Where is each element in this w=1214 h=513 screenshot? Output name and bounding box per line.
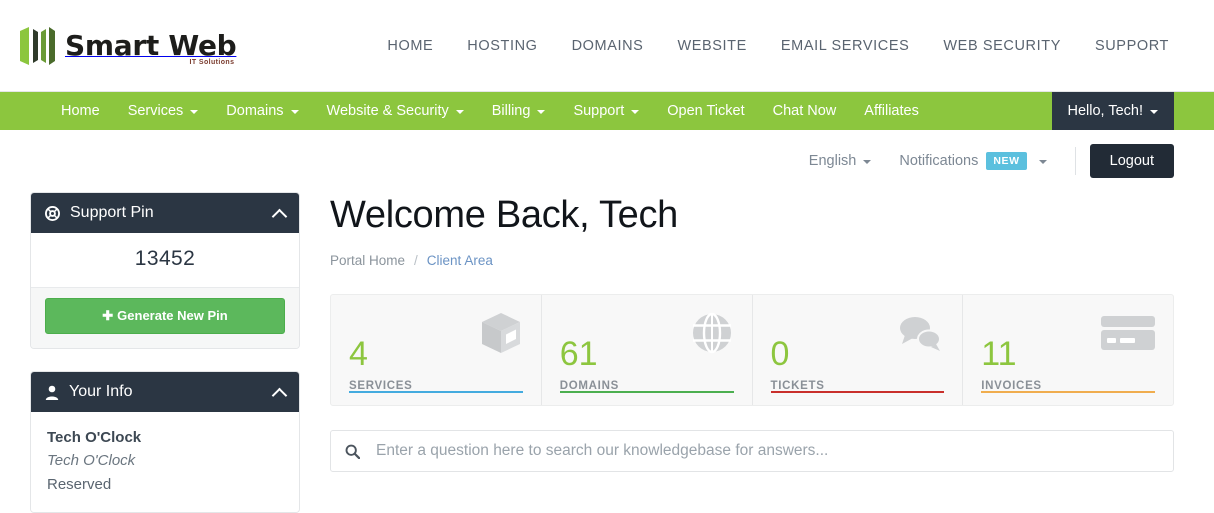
brand-tagline: IT Solutions [189,58,235,66]
account-menu[interactable]: Hello, Tech! [1051,92,1174,130]
nav-item-domains-label: Domains [226,103,284,119]
stats-summary-row: 4 SERVICES 61 DOMAINS 0 TICKETS 11 INVOI… [330,294,1174,406]
chevron-down-icon [455,110,464,114]
sidebar: Support Pin 13452 ✚ Generate New Pin You… [30,192,300,513]
support-pin-body: 13452 [31,233,299,287]
your-info-panel: Your Info Tech O'Clock Tech O'Clock Rese… [30,371,300,513]
stat-rule-tickets [770,391,945,393]
nav-item-open-ticket[interactable]: Open Ticket [653,92,758,130]
breadcrumb-portal-home: Portal Home [330,253,406,268]
notifications-menu[interactable]: Notifications NEW [885,152,1060,170]
notifications-new-badge: NEW [986,152,1027,170]
account-menu-label: Hello, Tech! [1067,103,1144,119]
support-pin-panel-header[interactable]: Support Pin [31,193,299,233]
brand-logo[interactable]: Smart Web IT Solutions [17,23,237,69]
knowledgebase-search[interactable] [330,430,1174,472]
nav-item-services-label: Services [127,103,184,119]
page-title: Welcome Back, Tech [330,194,679,236]
chevron-up-icon[interactable] [271,387,288,403]
chevron-down-icon [1150,110,1158,114]
support-pin-panel: Support Pin 13452 ✚ Generate New Pin [30,192,300,349]
chevron-down-icon [631,110,640,114]
nav-item-chat-now[interactable]: Chat Now [759,92,851,130]
chat-bubbles-icon [894,309,946,362]
breadcrumb-client-area[interactable]: Client Area [427,253,493,268]
generate-new-pin-button[interactable]: ✚ Generate New Pin [45,298,285,334]
utility-divider [1074,147,1076,175]
nav-item-billing-label: Billing [491,103,531,119]
credit-card-icon [1099,315,1157,358]
stat-card-tickets[interactable]: 0 TICKETS [753,295,964,405]
user-icon [45,385,59,400]
stat-card-domains[interactable]: 61 DOMAINS [542,295,753,405]
nav-item-chat-now-label: Chat Now [772,103,837,119]
your-info-body: Tech O'Clock Tech O'Clock Reserved [31,412,299,512]
breadcrumb-separator: / [414,253,418,268]
notifications-label: Notifications [899,153,979,169]
site-header: Smart Web IT Solutions HOME HOSTING DOMA… [0,0,1214,92]
plus-icon: ✚ [102,308,114,323]
bars-logo-icon [17,25,59,67]
language-selector[interactable]: English [795,153,886,169]
utility-bar: English Notifications NEW Logout [0,130,1214,192]
your-info-line-name: Tech O'Clock [47,429,142,446]
your-info-panel-title: Your Info [69,383,133,400]
your-info-line-status: Reserved [47,475,112,493]
main-content: Welcome Back, Tech Portal Home / Client … [300,192,1174,472]
search-icon [345,444,360,459]
chevron-down-icon [1038,160,1047,164]
stat-rule-invoices [981,391,1155,393]
stat-card-invoices[interactable]: 11 INVOICES [963,295,1173,405]
box-icon [477,309,525,362]
your-info-line-company: Tech O'Clock [47,452,136,470]
your-info-panel-header[interactable]: Your Info [31,372,299,412]
nav-item-support-label: Support [573,103,625,119]
globe-icon [688,309,736,362]
support-pin-footer: ✚ Generate New Pin [31,287,299,348]
top-nav-item-hosting[interactable]: HOSTING [450,30,554,62]
breadcrumb: Portal Home / Client Area [330,253,1174,268]
nav-item-open-ticket-label: Open Ticket [667,103,745,119]
top-nav-item-web-security[interactable]: WEB SECURITY [926,30,1078,62]
stat-rule-services [349,391,523,393]
nav-item-home-label: Home [61,103,100,119]
support-pin-panel-title: Support Pin [70,204,154,221]
top-nav-item-home[interactable]: HOME [370,30,450,62]
nav-item-website-security-label: Website & Security [326,103,449,119]
nav-item-billing[interactable]: Billing [478,92,560,130]
nav-item-services[interactable]: Services [114,92,213,130]
stat-card-services[interactable]: 4 SERVICES [331,295,542,405]
nav-item-domains[interactable]: Domains [212,92,312,130]
nav-item-support[interactable]: Support [559,92,653,130]
top-nav-item-domains[interactable]: DOMAINS [555,30,661,62]
life-ring-icon [45,205,60,221]
chevron-up-icon[interactable] [271,208,288,224]
generate-new-pin-label: Generate New Pin [117,308,228,323]
top-nav-item-website[interactable]: WEBSITE [660,30,763,62]
brand-name: Smart Web [65,28,237,62]
chevron-down-icon [863,160,872,164]
nav-item-affiliates[interactable]: Affiliates [850,92,933,130]
client-area-nav: Home Services Domains Website & Security… [0,92,1214,130]
language-selector-label: English [808,153,857,169]
page-body: Support Pin 13452 ✚ Generate New Pin You… [0,192,1214,513]
nav-item-home[interactable]: Home [47,92,114,130]
top-nav-item-support[interactable]: SUPPORT [1078,30,1186,62]
nav-left-spacer [0,92,47,130]
nav-item-website-security[interactable]: Website & Security [313,92,478,130]
top-nav-item-email-services[interactable]: EMAIL SERVICES [764,30,926,62]
support-pin-value: 13452 [134,247,196,270]
chevron-down-icon [537,110,546,114]
stat-rule-domains [559,391,734,393]
primary-top-nav: HOME HOSTING DOMAINS WEBSITE EMAIL SERVI… [370,30,1214,62]
nav-item-affiliates-label: Affiliates [864,103,919,119]
logout-button[interactable]: Logout [1089,144,1174,178]
chevron-down-icon [190,110,199,114]
chevron-down-icon [290,110,299,114]
search-input[interactable] [374,441,1159,461]
